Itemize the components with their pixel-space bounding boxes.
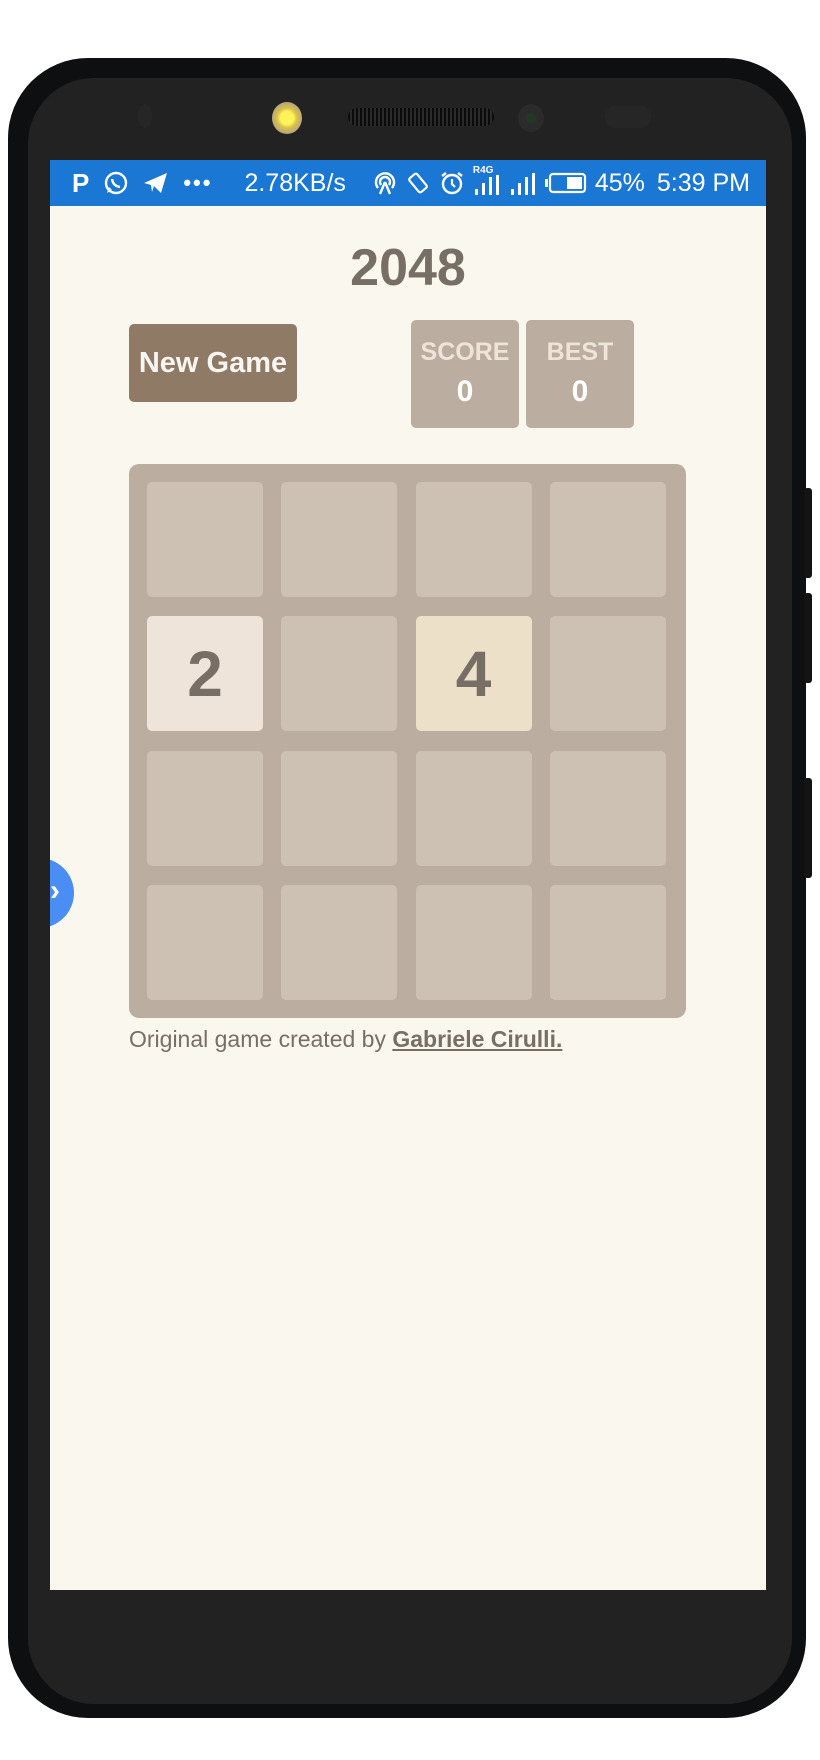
screen: P ••• 2.78KB/s R4G 45% 5:39 PM 2048 New … bbox=[50, 160, 766, 1590]
status-left: P ••• 2.78KB/s bbox=[72, 160, 346, 206]
power-button bbox=[804, 778, 812, 878]
network-speed: 2.78KB/s bbox=[244, 168, 346, 197]
front-flash bbox=[272, 102, 302, 134]
earpiece-speaker bbox=[348, 108, 494, 126]
floating-side-button[interactable]: › bbox=[50, 858, 74, 928]
front-camera bbox=[518, 104, 544, 132]
network-type-label: R4G bbox=[472, 165, 494, 176]
empty-cell bbox=[549, 750, 666, 866]
tile: 2 bbox=[147, 616, 263, 732]
clock: 5:39 PM bbox=[656, 168, 750, 197]
empty-cell bbox=[147, 750, 263, 866]
signal-r4g-icon: R4G bbox=[473, 165, 501, 197]
rotate-icon bbox=[405, 170, 431, 196]
battery-icon bbox=[544, 172, 587, 194]
credits: Original game created by Gabriele Cirull… bbox=[129, 1026, 562, 1053]
new-game-button[interactable]: New Game bbox=[129, 324, 297, 402]
volume-down-button bbox=[804, 593, 812, 683]
game-board[interactable]: 24 bbox=[129, 464, 686, 1018]
status-right: R4G 45% 5:39 PM bbox=[373, 160, 750, 206]
battery-percent: 45% bbox=[594, 168, 645, 197]
light-sensor bbox=[605, 106, 651, 128]
empty-cell bbox=[549, 482, 666, 597]
whatsapp-icon bbox=[103, 170, 129, 196]
empty-cell bbox=[281, 482, 398, 597]
tile: 4 bbox=[415, 616, 532, 732]
score-value: 0 bbox=[456, 375, 474, 408]
telegram-icon bbox=[143, 171, 169, 195]
score-label: SCORE bbox=[420, 338, 510, 366]
volume-up-button bbox=[804, 488, 812, 578]
empty-cell bbox=[281, 616, 398, 732]
empty-cell bbox=[549, 616, 666, 732]
best-box: BEST 0 bbox=[526, 320, 634, 428]
game-title: 2048 bbox=[350, 239, 466, 297]
empty-cell bbox=[147, 482, 263, 597]
author-link[interactable]: Gabriele Cirulli. bbox=[392, 1026, 562, 1052]
best-value: 0 bbox=[571, 375, 589, 408]
more-icon: ••• bbox=[183, 170, 213, 195]
proximity-sensor bbox=[138, 104, 152, 128]
hotspot-icon bbox=[373, 170, 397, 196]
best-label: BEST bbox=[546, 338, 614, 366]
empty-cell bbox=[549, 884, 666, 1000]
empty-cell bbox=[281, 884, 398, 1000]
credits-text: Original game created by bbox=[129, 1026, 393, 1052]
chevron-right-icon: › bbox=[50, 874, 60, 907]
empty-cell bbox=[415, 884, 532, 1000]
score-box: SCORE 0 bbox=[411, 320, 519, 428]
signal-icon bbox=[509, 169, 537, 197]
empty-cell bbox=[415, 482, 532, 597]
empty-cell bbox=[415, 750, 532, 866]
parking-icon: P bbox=[72, 167, 90, 198]
empty-cell bbox=[281, 750, 398, 866]
status-bar: P ••• 2.78KB/s R4G 45% 5:39 PM bbox=[50, 160, 766, 206]
alarm-icon bbox=[439, 170, 465, 196]
empty-cell bbox=[147, 884, 263, 1000]
